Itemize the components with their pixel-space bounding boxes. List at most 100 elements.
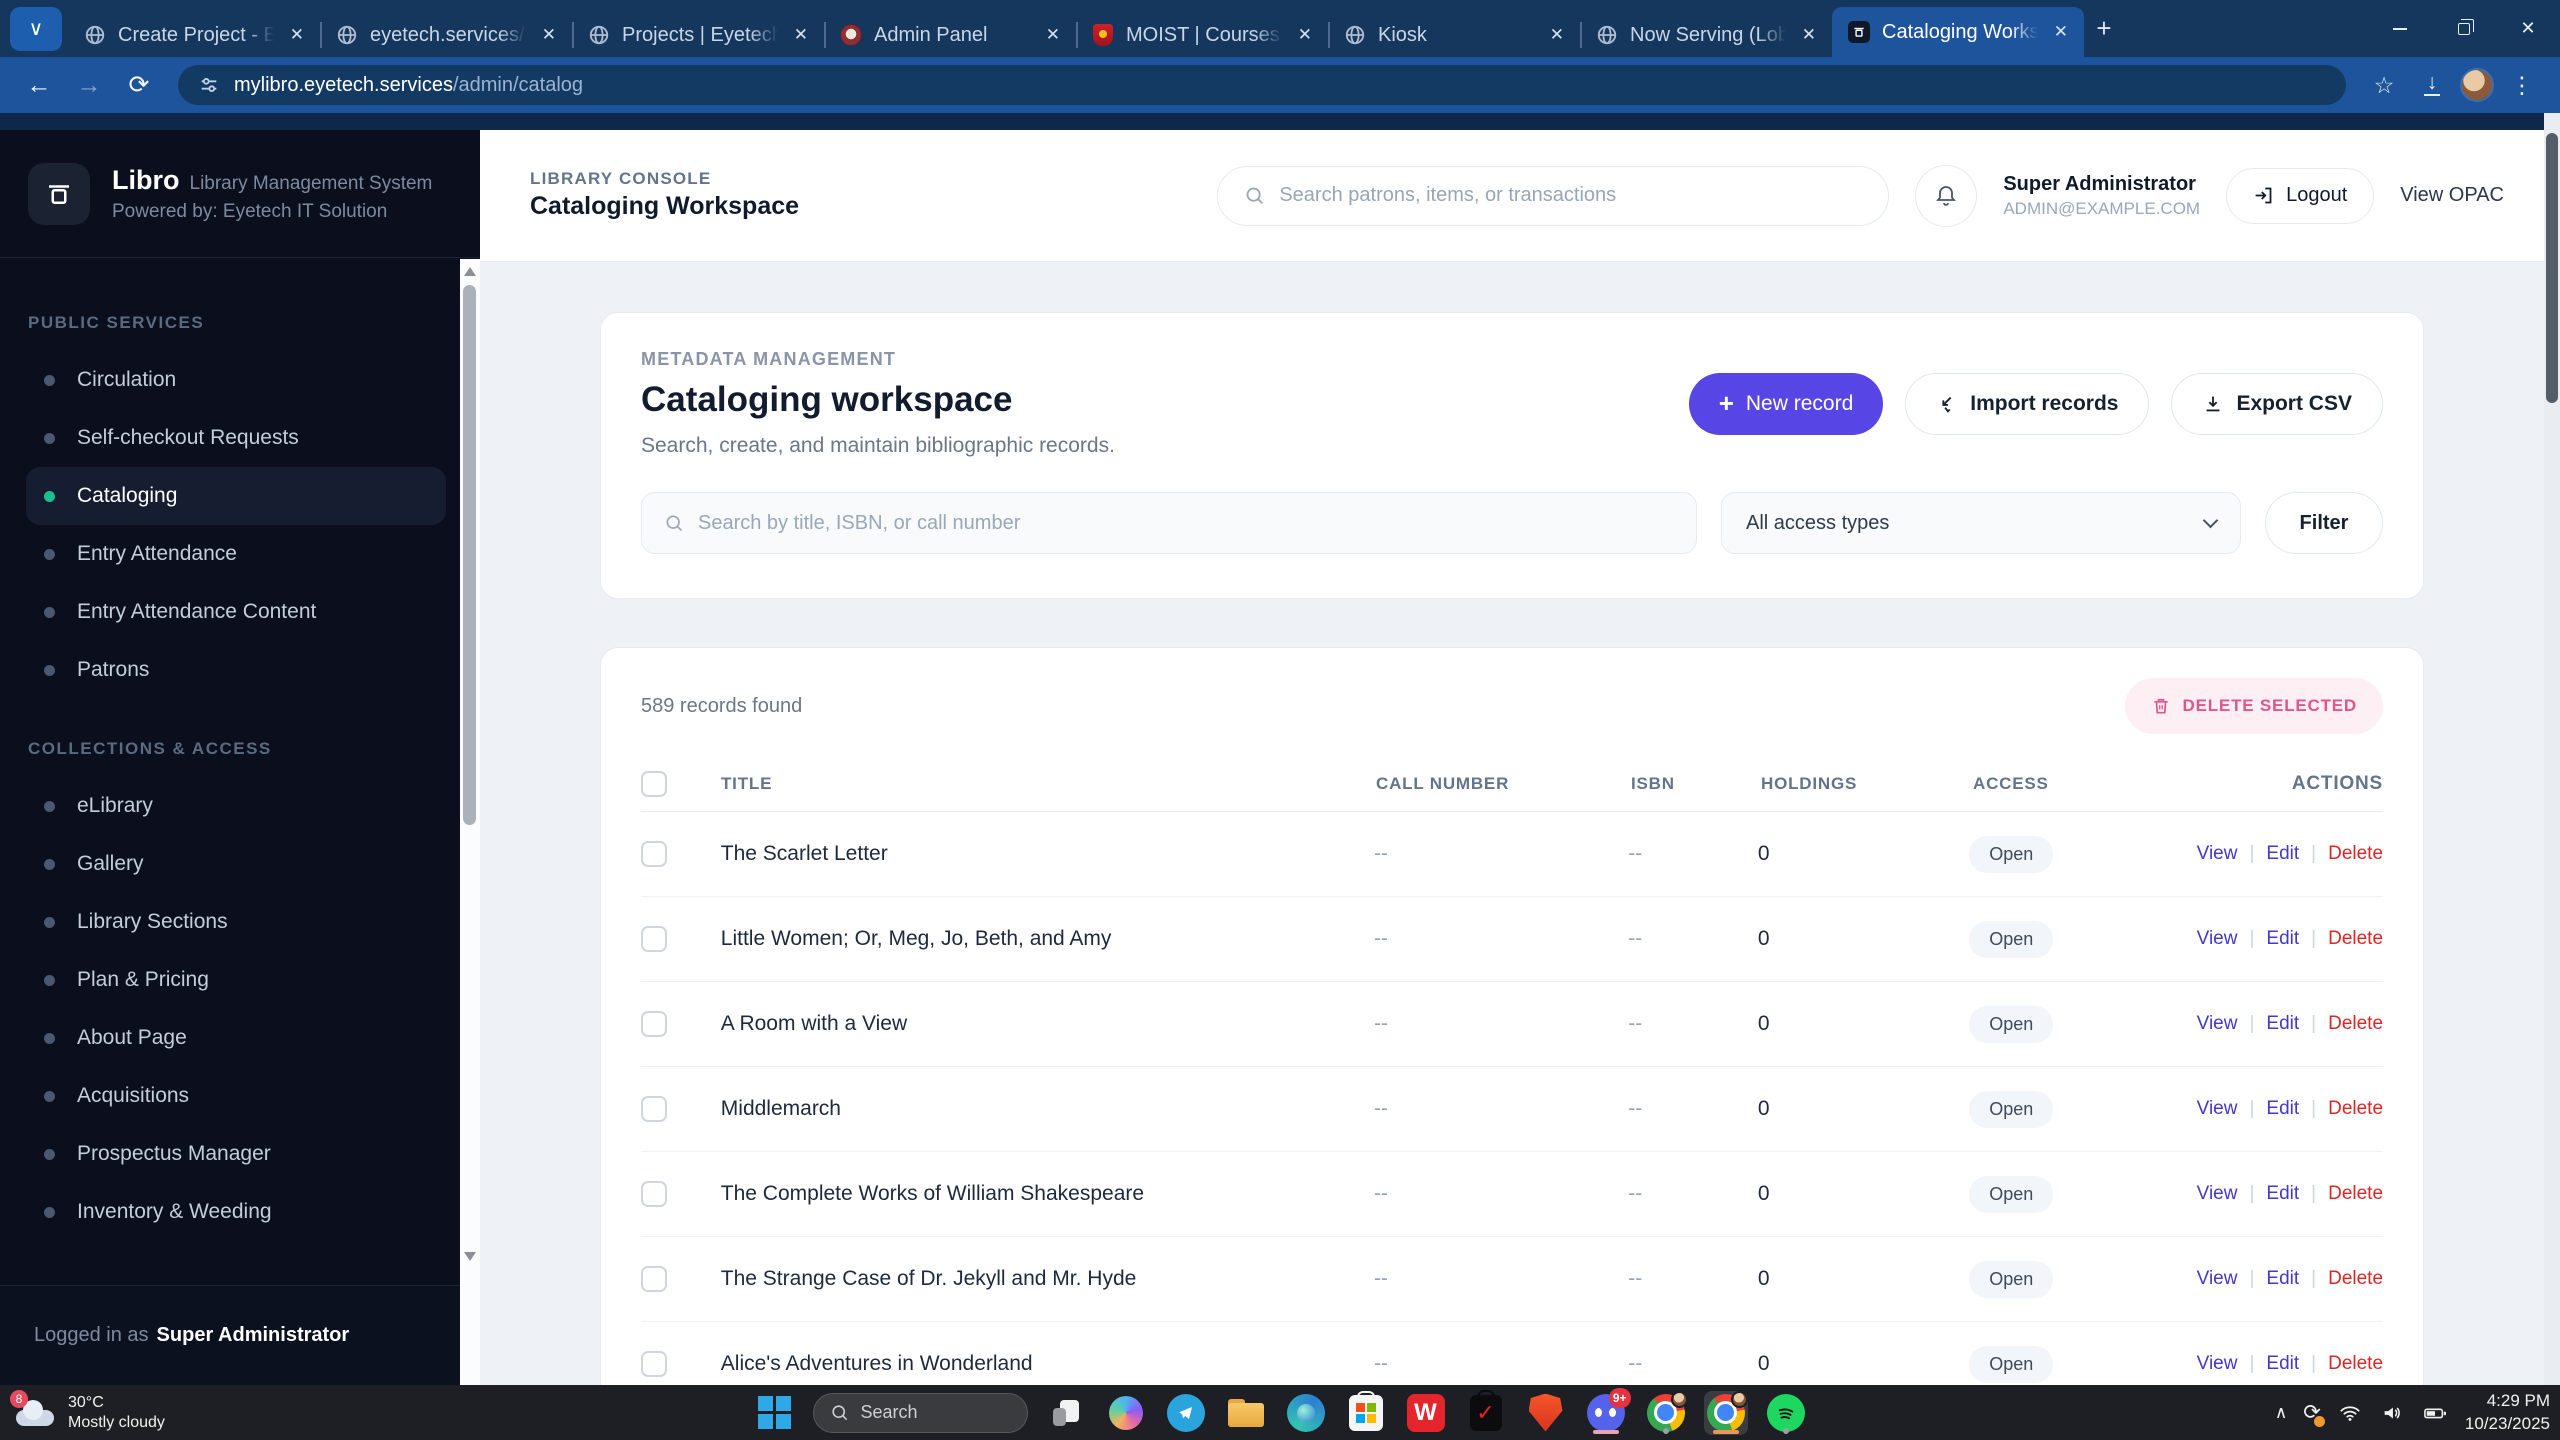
tab-close-icon[interactable]: ✕ — [1798, 23, 1820, 47]
tab-close-icon[interactable]: ✕ — [1294, 23, 1316, 47]
tab-close-icon[interactable]: ✕ — [1042, 23, 1064, 47]
browser-tab[interactable]: Kiosk ✕ — [1328, 13, 1580, 57]
view-link[interactable]: View — [2197, 1183, 2238, 1205]
new-tab-button[interactable]: + — [2084, 9, 2124, 49]
address-bar[interactable]: mylibro.eyetech.services/admin/catalog — [178, 65, 2346, 105]
access-type-select[interactable]: All access types — [1721, 492, 2241, 554]
delete-link[interactable]: Delete — [2328, 1353, 2383, 1375]
sidebar-item[interactable]: Entry Attendance — [26, 525, 446, 583]
row-checkbox[interactable] — [641, 926, 667, 952]
sidebar-item[interactable]: Acquisitions — [26, 1067, 446, 1125]
logout-button[interactable]: Logout — [2226, 167, 2375, 224]
microsoft-store-app[interactable] — [1344, 1390, 1388, 1435]
tab-close-icon[interactable]: ✕ — [1546, 23, 1568, 47]
scrollbar-thumb[interactable] — [463, 285, 476, 825]
window-scrollbar[interactable] — [2544, 113, 2560, 1385]
edit-link[interactable]: Edit — [2266, 1013, 2299, 1035]
browser-tab[interactable]: MOIST | Courses ✕ — [1076, 13, 1328, 57]
notifications-button[interactable] — [1915, 164, 1978, 227]
row-checkbox[interactable] — [641, 1096, 667, 1122]
edit-link[interactable]: Edit — [2266, 1353, 2299, 1375]
browser-tab[interactable]: Now Serving (Lobby) ✕ — [1580, 13, 1832, 57]
taskbar-search[interactable]: Search — [812, 1392, 1028, 1433]
copilot-button[interactable] — [1104, 1391, 1148, 1435]
tray-chevron-icon[interactable]: ∧ — [2275, 1403, 2287, 1423]
select-all-checkbox[interactable] — [641, 770, 667, 797]
view-opac-link[interactable]: View OPAC — [2400, 184, 2504, 207]
view-link[interactable]: View — [2197, 1098, 2238, 1120]
sidebar-item[interactable]: Cataloging — [26, 467, 446, 525]
downloads-button[interactable]: ↓ — [2412, 65, 2452, 105]
wifi-icon[interactable] — [2337, 1402, 2363, 1424]
tab-close-icon[interactable]: ✕ — [538, 23, 560, 47]
browser-tab[interactable]: Admin Panel ✕ — [824, 13, 1076, 57]
close-button[interactable]: ✕ — [2496, 0, 2560, 57]
view-link[interactable]: View — [2197, 1268, 2238, 1290]
chrome-profile1-app[interactable] — [1644, 1390, 1688, 1435]
sidebar-item[interactable]: Prospectus Manager — [26, 1125, 446, 1183]
view-link[interactable]: View — [2197, 928, 2238, 950]
spotify-app[interactable] — [1764, 1391, 1808, 1435]
chrome-profile2-app[interactable] — [1703, 1390, 1748, 1435]
minimize-button[interactable] — [2368, 0, 2432, 57]
edit-link[interactable]: Edit — [2266, 1268, 2299, 1290]
view-link[interactable]: View — [2197, 1013, 2238, 1035]
scroll-up-arrow-icon[interactable] — [464, 267, 476, 276]
browser-tab[interactable]: Create Project - Eyete ✕ — [68, 13, 320, 57]
edit-link[interactable]: Edit — [2266, 843, 2299, 865]
discord-app[interactable]: 9+ — [1584, 1387, 1631, 1435]
sidebar-scrollbar[interactable] — [460, 259, 480, 1385]
battery-icon[interactable] — [2421, 1402, 2449, 1424]
reload-button[interactable]: ⟳ — [118, 64, 160, 106]
task-view-button[interactable] — [1044, 1391, 1088, 1435]
telegram-app[interactable] — [1164, 1391, 1208, 1435]
edit-link[interactable]: Edit — [2266, 928, 2299, 950]
browser-profile-avatar[interactable] — [2460, 68, 2494, 102]
bookmark-star-icon[interactable]: ☆ — [2364, 65, 2404, 105]
forward-button[interactable]: → — [68, 64, 110, 106]
sidebar-item[interactable]: Plan & Pricing — [26, 951, 446, 1009]
delete-link[interactable]: Delete — [2328, 1013, 2383, 1035]
delete-link[interactable]: Delete — [2328, 1183, 2383, 1205]
row-checkbox[interactable] — [641, 1011, 667, 1037]
delete-link[interactable]: Delete — [2328, 1268, 2383, 1290]
tab-close-icon[interactable]: ✕ — [790, 23, 812, 47]
sidebar-item[interactable]: Circulation — [26, 351, 446, 409]
wps-office-app[interactable]: W — [1404, 1391, 1448, 1435]
new-record-button[interactable]: + New record — [1688, 372, 1884, 435]
start-button[interactable] — [753, 1391, 797, 1435]
sidebar-item[interactable]: Inventory & Weeding — [26, 1183, 446, 1241]
site-info-icon[interactable] — [198, 74, 220, 96]
row-checkbox[interactable] — [641, 1266, 667, 1292]
sync-status-icon[interactable]: ⟳ — [2303, 1400, 2325, 1427]
edit-link[interactable]: Edit — [2266, 1098, 2299, 1120]
view-link[interactable]: View — [2197, 1353, 2238, 1375]
sidebar-item[interactable]: eLibrary — [26, 777, 446, 835]
tab-close-icon[interactable]: ✕ — [2050, 20, 2072, 44]
tab-close-icon[interactable]: ✕ — [286, 23, 308, 47]
row-checkbox[interactable] — [641, 841, 667, 867]
scroll-down-arrow-icon[interactable] — [464, 1252, 476, 1261]
delete-link[interactable]: Delete — [2328, 1098, 2383, 1120]
browser-tab[interactable]: Cataloging Workspac ✕ — [1832, 7, 2084, 57]
scrollbar-thumb[interactable] — [2546, 133, 2558, 403]
sidebar-item[interactable]: Patrons — [26, 641, 446, 699]
browser-tab[interactable]: Projects | Eyetech IT S ✕ — [572, 13, 824, 57]
import-records-button[interactable]: Import records — [1905, 372, 2150, 435]
file-explorer-app[interactable] — [1224, 1391, 1268, 1435]
row-checkbox[interactable] — [641, 1351, 667, 1377]
browser-tab[interactable]: eyetech.services/relin ✕ — [320, 13, 572, 57]
brave-app[interactable] — [1524, 1391, 1568, 1435]
tab-menu-button[interactable]: ∨ — [10, 6, 62, 51]
delete-link[interactable]: Delete — [2328, 843, 2383, 865]
export-csv-button[interactable]: Export CSV — [2171, 372, 2383, 435]
weather-widget[interactable]: 8 30°C Mostly cloudy — [10, 1389, 165, 1433]
restore-button[interactable] — [2432, 0, 2496, 57]
row-checkbox[interactable] — [641, 1181, 667, 1207]
delete-link[interactable]: Delete — [2328, 928, 2383, 950]
sidebar-item[interactable]: Gallery — [26, 835, 446, 893]
global-search-input[interactable]: Search patrons, items, or transactions — [1217, 165, 1890, 226]
browser-menu-icon[interactable]: ⋮ — [2502, 65, 2542, 105]
edit-link[interactable]: Edit — [2266, 1183, 2299, 1205]
catalog-search-input[interactable]: Search by title, ISBN, or call number — [641, 492, 1697, 554]
